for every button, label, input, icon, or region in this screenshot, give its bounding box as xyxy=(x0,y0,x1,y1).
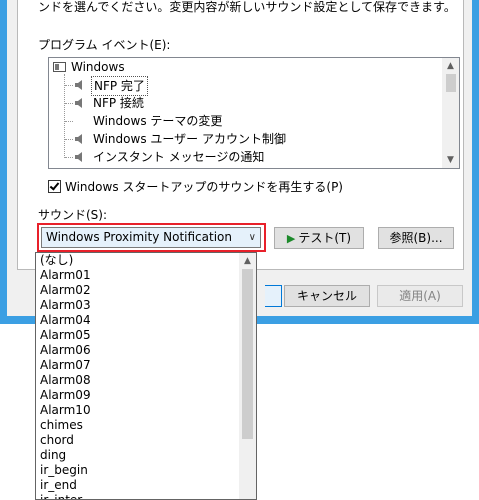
window-border-right xyxy=(472,0,479,324)
speaker-icon xyxy=(75,80,82,90)
dropdown-option[interactable]: ir_begin xyxy=(40,463,88,478)
dropdown-option[interactable]: Alarm05 xyxy=(40,328,91,343)
dropdown-option[interactable]: Alarm06 xyxy=(40,343,91,358)
ok-button[interactable] xyxy=(265,285,282,307)
sound-label: サウンド(S): xyxy=(38,208,108,222)
dropdown-option[interactable]: ding xyxy=(40,448,66,463)
cancel-button[interactable]: キャンセル xyxy=(284,285,370,307)
program-events-list[interactable]: Windows NFP 完了 NFP 接続 Windows テーマの変更 Win… xyxy=(48,57,460,169)
chevron-down-icon[interactable]: ∨ xyxy=(249,228,256,247)
instructions-text: ンドを選んでください。変更内容が新しいサウンド設定として保存できます。 xyxy=(38,0,456,14)
dropdown-option[interactable]: Alarm04 xyxy=(40,313,91,328)
event-item-nfp-complete[interactable]: NFP 完了 xyxy=(49,76,429,96)
speaker-icon xyxy=(75,152,82,162)
speaker-icon xyxy=(75,134,82,144)
window-border-left xyxy=(0,0,7,322)
play-icon: ▶ xyxy=(286,232,296,245)
dropdown-option[interactable]: Alarm10 xyxy=(40,403,91,418)
apply-button: 適用(A) xyxy=(377,285,463,307)
dropdown-option[interactable]: Alarm02 xyxy=(40,283,91,298)
startup-sound-label: Windows スタートアップのサウンドを再生する(P) xyxy=(65,180,343,194)
dropdown-scrollbar[interactable]: ▲ xyxy=(239,253,256,499)
dropdown-option[interactable]: Alarm01 xyxy=(40,268,91,283)
dropdown-option[interactable]: chord xyxy=(40,433,74,448)
dropdown-option[interactable]: Alarm08 xyxy=(40,373,91,388)
program-events-label: プログラム イベント(E): xyxy=(38,38,171,52)
dropdown-option[interactable]: Alarm07 xyxy=(40,358,91,373)
startup-sound-checkbox[interactable]: Windows スタートアップのサウンドを再生する(P) xyxy=(48,178,343,194)
sound-combobox-value: Windows Proximity Notification xyxy=(46,230,232,244)
scroll-thumb[interactable] xyxy=(446,74,456,92)
dropdown-option[interactable]: chimes xyxy=(40,418,83,433)
dropdown-option[interactable]: (なし) xyxy=(40,253,73,268)
windows-app-icon xyxy=(53,62,66,72)
sound-combobox[interactable]: Windows Proximity Notification ∨ xyxy=(41,227,261,248)
sound-dropdown-list[interactable]: (なし) Alarm01 Alarm02 Alarm03 Alarm04 Ala… xyxy=(35,252,257,500)
dropdown-option[interactable]: ir_inter xyxy=(40,493,82,499)
scroll-down-icon[interactable]: ▼ xyxy=(442,152,459,168)
scroll-thumb[interactable] xyxy=(242,269,253,439)
dropdown-option[interactable]: Alarm03 xyxy=(40,298,91,313)
checkbox-checked-icon[interactable] xyxy=(48,180,61,193)
scroll-up-icon[interactable]: ▲ xyxy=(239,253,256,269)
browse-button[interactable]: 参照(B)... xyxy=(378,227,454,249)
speaker-icon xyxy=(75,98,82,108)
events-scrollbar[interactable]: ▲ ▼ xyxy=(442,58,459,168)
test-button[interactable]: ▶ テスト(T) xyxy=(274,227,364,249)
dropdown-option[interactable]: ir_end xyxy=(40,478,77,493)
scroll-up-icon[interactable]: ▲ xyxy=(442,58,459,74)
dropdown-option[interactable]: Alarm09 xyxy=(40,388,91,403)
